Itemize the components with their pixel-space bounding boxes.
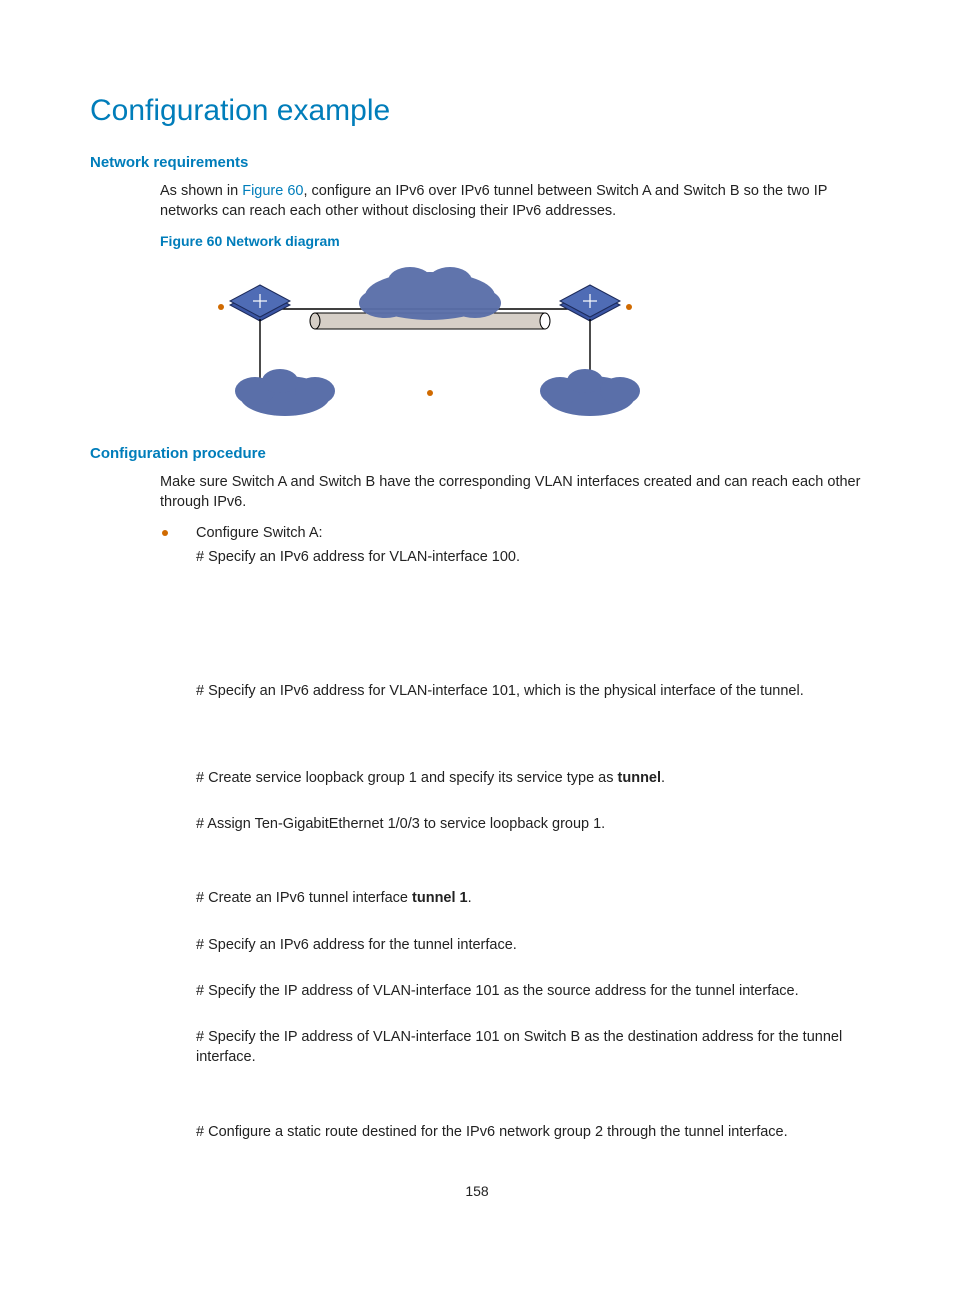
step-9: # Configure a static route destined for …: [196, 1122, 864, 1142]
step-4: # Assign Ten-GigabitEthernet 1/0/3 to se…: [196, 814, 864, 834]
text: .: [468, 890, 472, 906]
page-title: Configuration example: [90, 90, 864, 132]
cloud-center: [359, 267, 501, 320]
document-page: Configuration example Network requiremen…: [0, 0, 954, 1232]
bullet-configure-switch-a: Configure Switch A: # Specify an IPv6 ad…: [160, 523, 864, 568]
figure-caption: Figure 60 Network diagram: [160, 232, 864, 252]
proc-body: Make sure Switch A and Switch B have the…: [160, 472, 864, 1142]
proc-intro: Make sure Switch A and Switch B have the…: [160, 472, 864, 513]
dot-icon: [427, 390, 433, 396]
text: .: [661, 770, 665, 786]
text: # Create an IPv6 tunnel interface: [196, 890, 412, 906]
step-2: # Specify an IPv6 address for VLAN-inter…: [196, 681, 864, 701]
switch-b-icon: [560, 285, 632, 321]
step-8: # Specify the IP address of VLAN-interfa…: [196, 1027, 864, 1068]
page-number: 158: [90, 1182, 864, 1202]
heading-configuration-procedure: Configuration procedure: [90, 443, 864, 464]
bold-tunnel: tunnel: [618, 770, 662, 786]
step-5: # Create an IPv6 tunnel interface tunnel…: [196, 888, 864, 908]
heading-network-requirements: Network requirements: [90, 152, 864, 173]
cloud-left: [235, 369, 335, 416]
step-1: # Specify an IPv6 address for VLAN-inter…: [196, 547, 864, 567]
text: # Create service loopback group 1 and sp…: [196, 770, 618, 786]
text: As shown in: [160, 183, 242, 199]
step-6: # Specify an IPv6 address for the tunnel…: [196, 935, 864, 955]
step-7: # Specify the IP address of VLAN-interfa…: [196, 981, 864, 1001]
switch-a-icon: [218, 285, 290, 321]
diagram-svg: [205, 261, 645, 431]
netreq-paragraph: As shown in Figure 60, configure an IPv6…: [160, 181, 864, 222]
netreq-body: As shown in Figure 60, configure an IPv6…: [160, 181, 864, 431]
cloud-right: [540, 369, 640, 416]
figure-60-link[interactable]: Figure 60: [242, 183, 303, 199]
network-diagram: [205, 261, 645, 431]
step-3: # Create service loopback group 1 and sp…: [196, 768, 864, 788]
bold-tunnel1: tunnel 1: [412, 890, 468, 906]
proc-bullet-list: Configure Switch A: # Specify an IPv6 ad…: [160, 523, 864, 568]
bullet-label: Configure Switch A:: [196, 525, 323, 541]
